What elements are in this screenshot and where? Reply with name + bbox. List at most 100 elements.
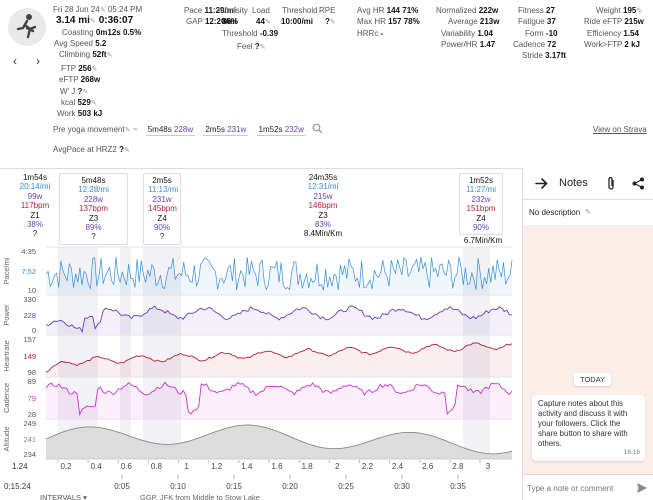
stride-value: 3.17ft (545, 51, 567, 60)
edit-pencil-icon[interactable]: ✎ (82, 88, 88, 96)
description-text: No description (529, 208, 581, 217)
activity-distance: 3.14 mi (56, 15, 90, 26)
edit-pencil-icon[interactable]: ✎ (90, 16, 96, 25)
time-tick-label: 0:05 (114, 482, 130, 491)
edit-pencil-icon[interactable]: ✎ (260, 43, 266, 51)
weight-value: 195 (623, 6, 637, 15)
share-icon[interactable] (632, 177, 645, 192)
eftp-row: eFTP 268w (59, 75, 100, 85)
form-row: Form -10 (525, 29, 557, 39)
track-title: Heartrate (2, 340, 11, 371)
threshold-label: Threshold (222, 29, 258, 38)
time-tick-label: 0:35 (450, 482, 466, 491)
cadence-value: 72 (547, 40, 557, 49)
distance-tick-label: 0.6 (121, 462, 133, 471)
max-hr-label: Max HR (357, 17, 386, 26)
track-tick-label: 157 (23, 335, 36, 344)
time-tick-label: 0:30 (394, 482, 410, 491)
eftp-value: 268w (80, 75, 101, 84)
rpe-value-row[interactable]: ?✎ (325, 17, 336, 27)
time-tick-label: 0:10 (170, 482, 186, 491)
movement-item[interactable]: 1m52s 232w (256, 125, 306, 136)
previous-activity-icon[interactable]: ‹ (13, 54, 17, 68)
load-value-row: 44✎ (256, 17, 271, 27)
coasting-value: 0m12s (95, 28, 121, 37)
description-row[interactable]: No description ✎ (523, 200, 653, 226)
time-axis-start: 0:15:24 (4, 482, 31, 491)
ftp-label: FTP (61, 64, 76, 73)
intensity-block: Intensity (218, 6, 248, 16)
activity-type-avatar[interactable] (8, 8, 46, 46)
activity-chart[interactable]: 1m54s 20:14/mi 99w 117bpm Z1 38% ? 5m48s… (0, 168, 522, 500)
track-title: Cadence (2, 383, 11, 413)
track-tick-label: 28 (28, 410, 36, 419)
movement-item[interactable]: 2m5s 231w (203, 125, 249, 136)
edit-pencil-icon[interactable]: ✎ (91, 99, 97, 107)
distance-tick-label: 2.2 (362, 462, 374, 471)
track-tick-label: 249 (23, 419, 36, 428)
edit-pencil-icon[interactable]: ✎ (636, 7, 642, 15)
movement-item-watts: 228w (173, 125, 194, 134)
next-activity-icon[interactable]: › (36, 54, 40, 68)
note-input[interactable] (527, 480, 625, 496)
edit-pencil-icon[interactable]: ✎ (265, 18, 271, 26)
climbing-label: Climbing (59, 50, 91, 59)
fatigue-row: Fatigue 37 (518, 17, 556, 27)
track-tick-label: 234 (23, 450, 36, 459)
edit-pencil-icon[interactable]: ✎ (330, 18, 336, 26)
power-hr-row: Power/HR 1.47 (441, 40, 495, 50)
time-tick-label: 0:25 (338, 482, 354, 491)
notes-title: Notes (559, 177, 588, 189)
eftp-label: eFTP (59, 75, 79, 84)
distance-tick-label: 1.2 (211, 462, 223, 471)
track-tick-label: 228 (23, 311, 36, 320)
gap-label: GAP (186, 17, 203, 26)
fitness-value: 27 (546, 6, 555, 15)
activity-date: Fri 28 Jun 24 (53, 5, 100, 14)
hrrc-row: HRRc - (357, 29, 383, 39)
track-tick-label: 79 (28, 394, 36, 403)
movement-tilde: ~ (132, 125, 138, 134)
stride-label: Stride (522, 51, 543, 60)
feel-row[interactable]: Feel ?✎ (237, 42, 266, 52)
attachment-icon[interactable] (606, 176, 616, 193)
chart-canvas[interactable]: Pace/mi4:357:5210Power3302280Heartrate15… (0, 169, 522, 500)
coasting-row: Coasting 0m12s 0.5% (62, 28, 141, 38)
search-icon[interactable] (312, 123, 323, 136)
edit-pencil-icon[interactable]: ✎ (92, 65, 98, 73)
view-on-strava-link[interactable]: View on Strava (593, 125, 647, 135)
edit-pencil-icon[interactable]: ✎ (125, 126, 131, 134)
movement-label: Pre yoga movement (53, 125, 125, 134)
intervals-dropdown[interactable]: INTERVALS ▾ (40, 493, 87, 500)
fatigue-value: 37 (546, 17, 556, 26)
arrow-right-icon[interactable] (535, 177, 548, 192)
activity-date-row[interactable]: Fri 28 Jun 24✎ 05:24 PM (53, 5, 142, 15)
track-title: Pace/mi (2, 257, 11, 284)
distance-tick-label: 1.8 (302, 462, 314, 471)
ftp-value: 256 (78, 64, 92, 73)
avg-hr-value: 144 (386, 6, 401, 15)
edit-pencil-icon[interactable]: ✎ (585, 208, 591, 216)
power-hr-value: 1.47 (479, 40, 496, 49)
normalized-value: 222w (478, 6, 499, 15)
movement-item-time: 2m5s (205, 125, 225, 134)
edit-pencil-icon[interactable]: ✎ (100, 6, 106, 14)
notes-header: Notes (523, 168, 653, 200)
avg-speed-label: Avg Speed (54, 39, 93, 48)
movement-item-watts: 232w (284, 125, 304, 134)
track-area (46, 382, 512, 419)
movement-item-watts: 231w (227, 125, 247, 134)
send-icon[interactable] (636, 482, 648, 496)
movement-item[interactable]: 5m48s 228w (145, 125, 196, 136)
average-power-label: Average (448, 17, 478, 26)
distance-tick-label: 2.4 (392, 462, 404, 471)
movement-item-time: 5m48s (147, 125, 172, 134)
track-tick-label: 10 (28, 286, 36, 295)
note-message-text: Capture notes about this activity and di… (538, 399, 628, 448)
work-ftp-label: Work>FTP (584, 40, 623, 49)
edit-pencil-icon[interactable]: ✎ (107, 51, 113, 59)
time-tick-label: 0:20 (282, 482, 298, 491)
efficiency-label: Efficiency (587, 29, 622, 38)
edit-pencil-icon[interactable]: ✎ (124, 146, 130, 154)
track-tick-label: 98 (28, 368, 36, 377)
